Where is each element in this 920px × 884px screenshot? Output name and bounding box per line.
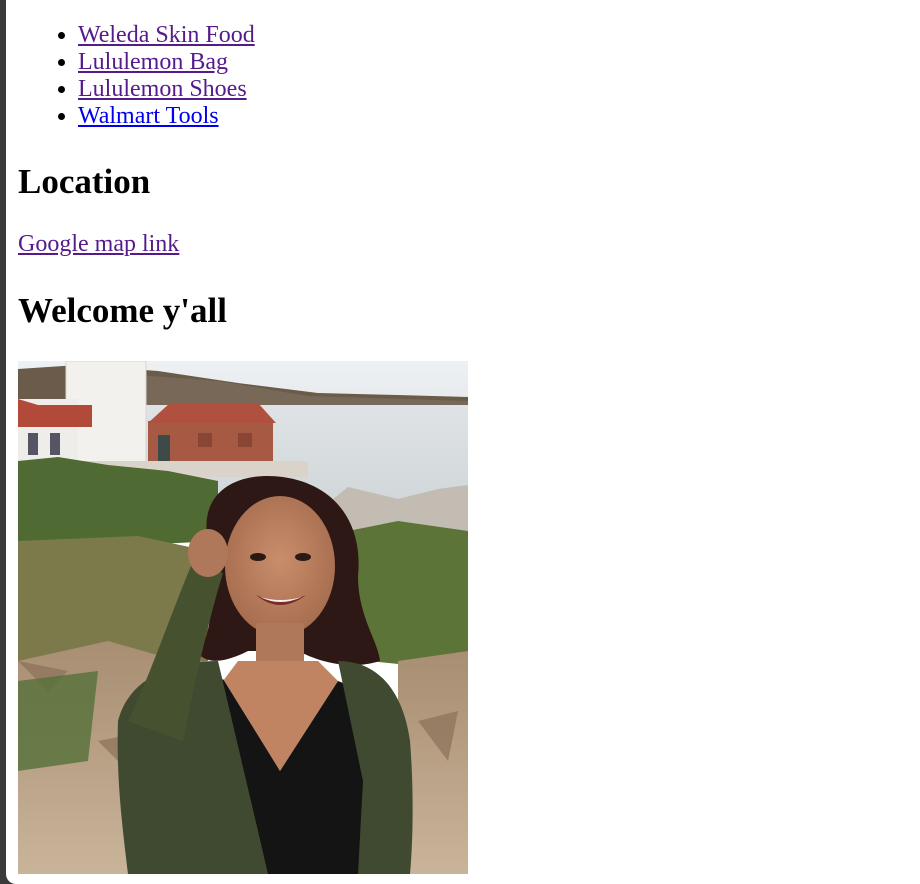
link-walmart-tools[interactable]: Walmart Tools: [78, 103, 219, 129]
link-lululemon-bag[interactable]: Lululemon Bag: [78, 49, 228, 75]
list-item: Walmart Tools: [78, 103, 255, 130]
location-heading: Location: [18, 162, 151, 201]
profile-photo: [18, 361, 468, 874]
list-item: Lululemon Bag: [78, 49, 255, 76]
welcome-heading: Welcome y'all: [18, 291, 227, 330]
link-weleda-skin-food[interactable]: Weleda Skin Food: [78, 22, 255, 48]
google-map-link[interactable]: Google map link: [18, 231, 179, 258]
list-item: Weleda Skin Food: [78, 22, 255, 49]
link-lululemon-shoes[interactable]: Lululemon Shoes: [78, 76, 247, 102]
page: Weleda Skin Food Lululemon Bag Lululemon…: [6, 0, 920, 884]
list-item: Lululemon Shoes: [78, 76, 255, 103]
product-link-list: Weleda Skin Food Lululemon Bag Lululemon…: [18, 22, 255, 130]
